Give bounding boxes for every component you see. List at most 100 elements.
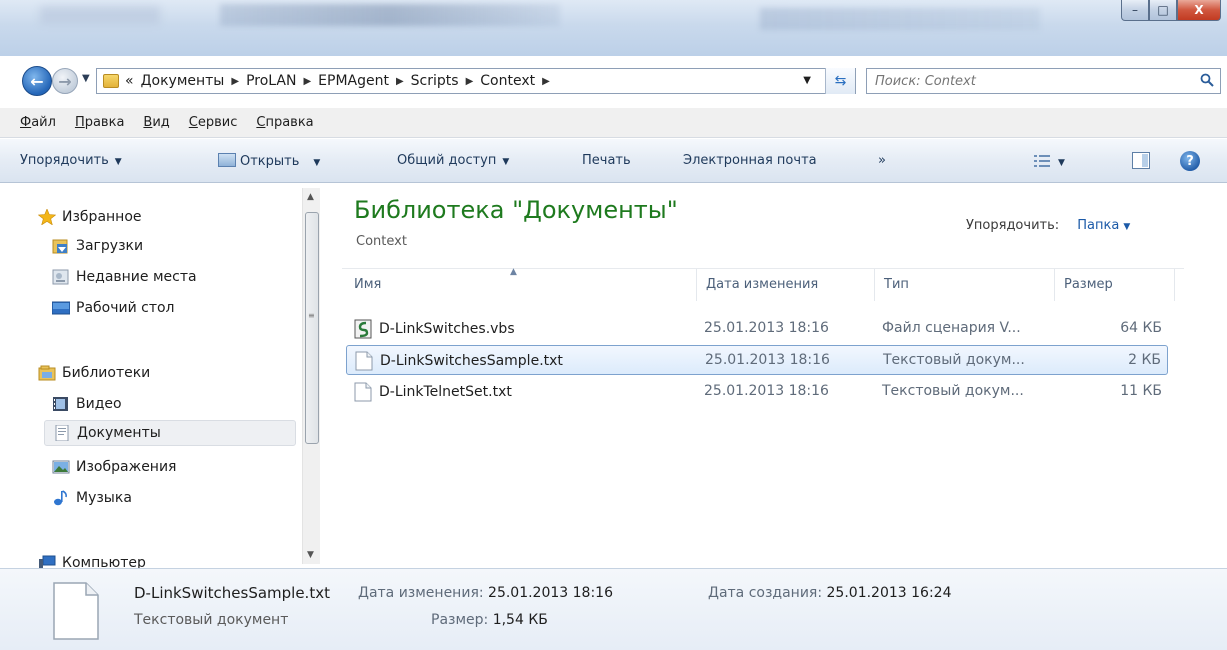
search-input[interactable] <box>867 69 1167 93</box>
nav-music[interactable]: Музыка <box>52 485 132 511</box>
file-type: Файл сценария V... <box>882 320 1021 336</box>
column-header-name[interactable]: Имя <box>354 277 381 292</box>
file-name: D-LinkTelnetSet.txt <box>379 384 512 400</box>
nav-favorites[interactable]: Избранное <box>38 204 142 230</box>
more-commands-button[interactable]: » <box>878 153 886 168</box>
email-button[interactable]: Электронная почта <box>683 153 817 168</box>
size-value: 1,54 КБ <box>492 612 548 628</box>
scrollbar-thumb[interactable] <box>305 212 319 444</box>
nav-recent-places[interactable]: Недавние места <box>52 264 197 290</box>
arrange-label: Упорядочить: <box>966 218 1060 233</box>
selected-file-name: D-LinkSwitchesSample.txt <box>134 584 330 602</box>
file-name: D-LinkSwitches.vbs <box>379 321 515 337</box>
address-history-dropdown[interactable]: ▼ <box>803 75 811 86</box>
menu-file[interactable]: Файл <box>20 115 56 130</box>
nav-label: Избранное <box>62 209 142 225</box>
nav-label: Изображения <box>76 459 177 475</box>
share-button[interactable]: Общий доступ ▼ <box>397 153 509 168</box>
back-arrow-icon: ← <box>30 71 44 91</box>
recent-pages-dropdown[interactable]: ▼ <box>82 73 90 84</box>
menu-tools[interactable]: Сервис <box>189 115 238 130</box>
title-bar-blur <box>220 4 560 26</box>
share-label: Общий доступ <box>397 153 497 168</box>
view-options-dropdown[interactable]: ▼ <box>1058 154 1065 169</box>
breadcrumb-item[interactable]: Scripts <box>411 73 459 89</box>
file-date: 25.01.2013 18:16 <box>705 352 830 368</box>
documents-icon <box>55 425 69 441</box>
column-header-date[interactable]: Дата изменения <box>706 277 818 292</box>
close-button[interactable]: X <box>1177 0 1221 21</box>
nav-label: Рабочий стол <box>76 300 175 316</box>
preview-pane-icon[interactable] <box>1132 152 1150 169</box>
chevron-down-icon: ▼ <box>502 157 510 167</box>
vbs-script-icon <box>354 319 372 339</box>
recent-places-icon <box>52 269 69 285</box>
column-header-size[interactable]: Размер <box>1064 277 1113 292</box>
file-name-cell: D-LinkSwitches.vbs <box>354 319 515 339</box>
chevron-down-icon[interactable]: ▼ <box>1123 222 1130 232</box>
scroll-down-arrow-icon[interactable]: ▼ <box>307 550 314 560</box>
menu-edit[interactable]: Правка <box>75 115 124 130</box>
forward-arrow-icon: → <box>58 71 72 91</box>
column-divider[interactable] <box>1054 269 1055 301</box>
organize-button[interactable]: Упорядочить ▼ <box>20 153 122 168</box>
chevron-right-icon[interactable]: ▶ <box>396 76 404 87</box>
search-icon[interactable] <box>1200 73 1214 87</box>
address-bar[interactable]: « Документы ▶ ProLAN ▶ EPMAgent ▶ Scripts ▶ … <box>96 68 856 94</box>
nav-documents[interactable]: Документы <box>44 420 296 446</box>
library-title: Библиотека "Документы" <box>354 196 678 224</box>
file-list-area: Библиотека "Документы" Context Упорядочи… <box>336 184 1227 568</box>
scroll-up-arrow-icon[interactable]: ▲ <box>307 192 314 202</box>
file-row[interactable]: D-LinkTelnetSet.txt 25.01.2013 18:16 Тек… <box>346 377 1168 407</box>
column-header-type[interactable]: Тип <box>884 277 909 292</box>
breadcrumb-overflow[interactable]: « <box>125 73 134 89</box>
file-size: 2 КБ <box>1128 352 1161 368</box>
window-title-bar[interactable]: – □ X <box>0 0 1227 56</box>
column-headers: ▲ Имя Дата изменения Тип Размер <box>342 267 1184 301</box>
breadcrumb-item[interactable]: Документы <box>141 73 225 89</box>
chevron-right-icon[interactable]: ▶ <box>466 76 474 87</box>
navigation-scrollbar[interactable]: ▲ ≡ ▼ <box>302 188 320 564</box>
nav-images[interactable]: Изображения <box>52 454 176 480</box>
navigation-pane: Избранное Загрузки Недавние места Рабочи… <box>0 184 330 568</box>
column-divider[interactable] <box>874 269 875 301</box>
change-view-icon[interactable] <box>1034 154 1050 168</box>
file-name-cell: D-LinkTelnetSet.txt <box>354 382 512 402</box>
file-type: Текстовый докум... <box>882 383 1024 399</box>
help-button[interactable]: ? <box>1180 151 1200 171</box>
minimize-button[interactable]: – <box>1121 0 1149 21</box>
column-divider[interactable] <box>1174 269 1175 301</box>
breadcrumb-item[interactable]: EPMAgent <box>318 73 389 89</box>
chevron-right-icon[interactable]: ▶ <box>542 76 550 87</box>
print-button[interactable]: Печать <box>582 153 631 168</box>
file-row-selected[interactable]: D-LinkSwitchesSample.txt 25.01.2013 18:1… <box>346 345 1168 375</box>
back-button[interactable]: ← <box>22 66 52 96</box>
breadcrumb-item[interactable]: ProLAN <box>246 73 296 89</box>
chevron-right-icon[interactable]: ▶ <box>303 76 311 87</box>
breadcrumb-item[interactable]: Context <box>480 73 535 89</box>
column-divider[interactable] <box>696 269 697 301</box>
search-box[interactable] <box>866 68 1221 94</box>
arrange-value-dropdown[interactable]: Папка <box>1077 218 1119 233</box>
forward-button[interactable]: → <box>52 68 78 94</box>
menu-view[interactable]: Вид <box>143 115 169 130</box>
chevron-down-icon[interactable]: ▼ <box>313 158 320 168</box>
nav-libraries[interactable]: Библиотеки <box>38 360 150 386</box>
maximize-button[interactable]: □ <box>1149 0 1177 21</box>
nav-computer[interactable]: Компьютер <box>38 550 146 568</box>
title-bar-blur <box>40 6 160 24</box>
chevron-right-icon[interactable]: ▶ <box>231 76 239 87</box>
menu-help[interactable]: Справка <box>256 115 313 130</box>
modified-label: Дата изменения: <box>358 585 484 601</box>
refresh-button[interactable]: ⇆ <box>825 68 855 94</box>
nav-video[interactable]: Видео <box>52 391 122 417</box>
nav-desktop[interactable]: Рабочий стол <box>52 295 175 321</box>
created-value: 25.01.2013 16:24 <box>826 585 952 601</box>
title-bar-blur <box>760 8 1040 30</box>
text-file-icon <box>53 582 99 640</box>
nav-downloads[interactable]: Загрузки <box>52 233 143 259</box>
file-row[interactable]: D-LinkSwitches.vbs 25.01.2013 18:16 Файл… <box>346 314 1168 344</box>
created-date-field: Дата создания: 25.01.2013 16:24 <box>708 585 951 601</box>
nav-label: Библиотеки <box>62 365 151 381</box>
open-button[interactable]: Открыть ▼ <box>218 153 320 169</box>
